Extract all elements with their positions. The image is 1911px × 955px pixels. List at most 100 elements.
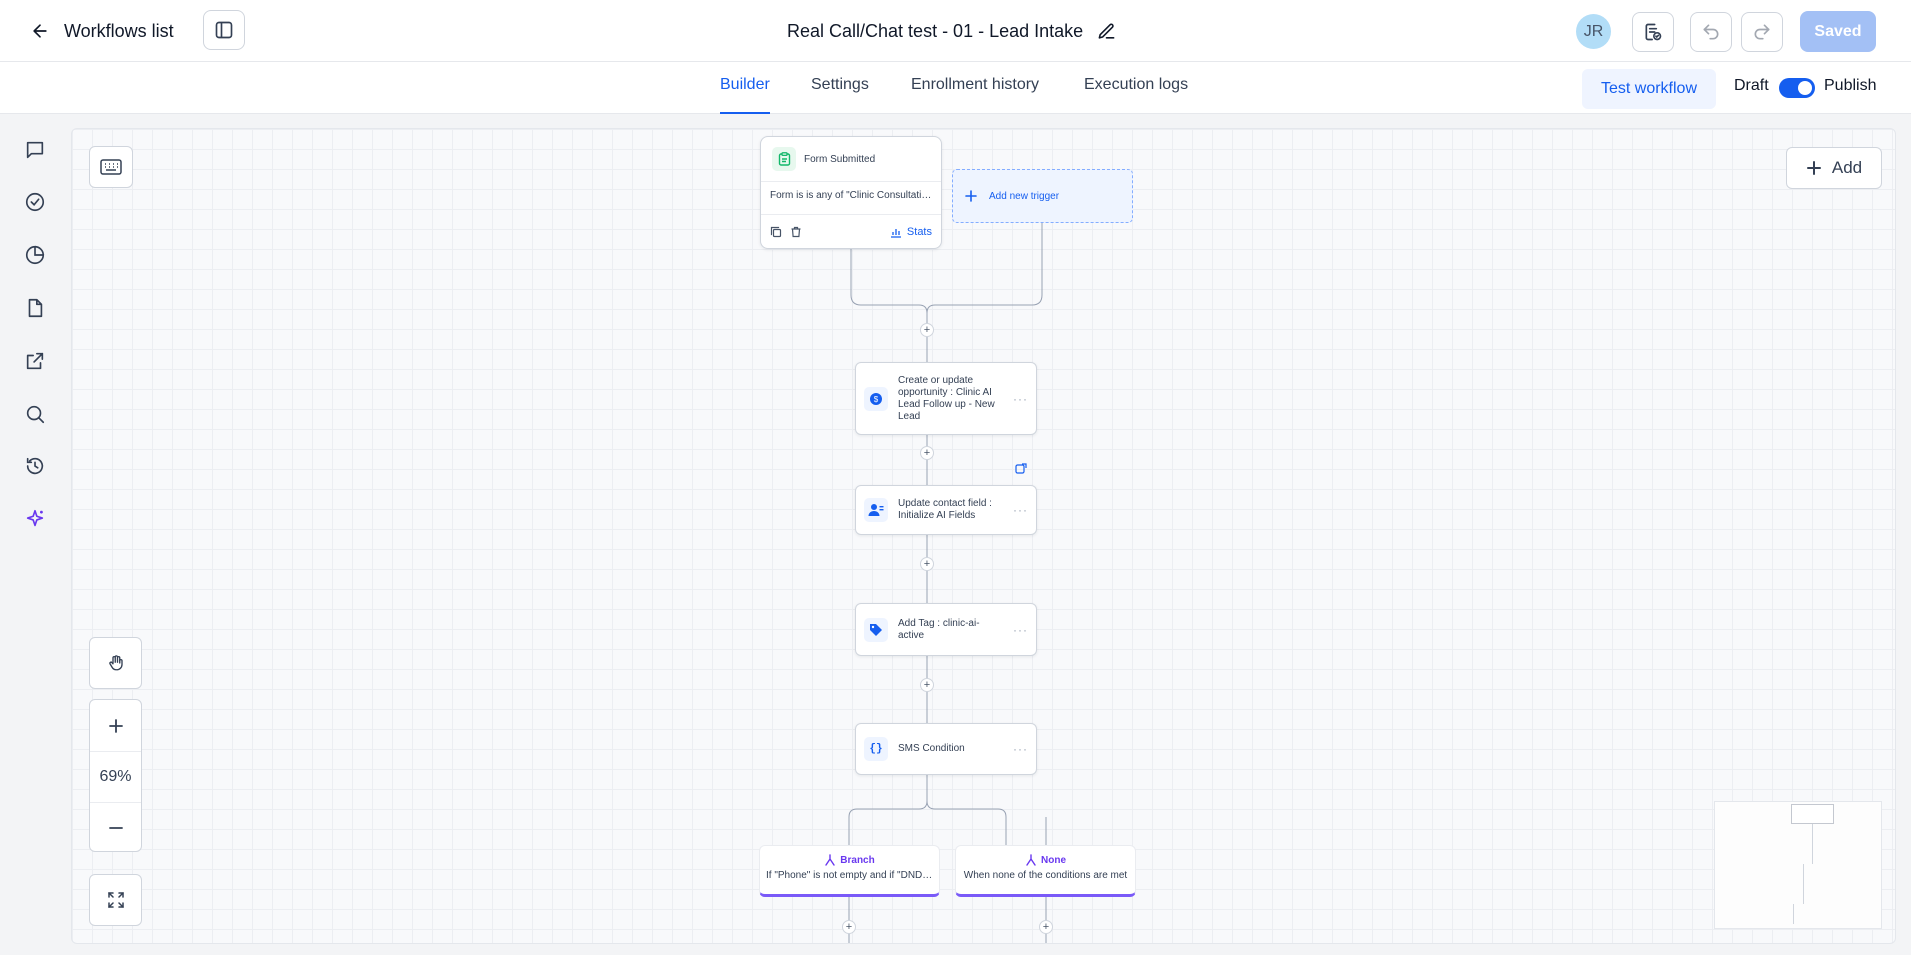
minimap[interactable] — [1714, 801, 1882, 929]
share-icon[interactable] — [22, 348, 48, 374]
branch-icon — [1026, 854, 1036, 866]
workflow-title-text: Real Call/Chat test - 01 - Lead Intake — [787, 20, 1084, 41]
action-label: Update contact field : Initialize AI Fie… — [898, 498, 992, 521]
tab-execution-logs[interactable]: Execution logs — [1084, 76, 1188, 114]
zoom-controls: 69% — [89, 699, 142, 852]
action-card-add-tag[interactable]: Add Tag : clinic-ai-active ··· — [855, 603, 1037, 656]
branch-description: When none of the conditions are met — [963, 870, 1128, 881]
trigger-title: Form Submitted — [804, 153, 876, 165]
sync-icon[interactable] — [1015, 463, 1027, 475]
redo-button[interactable] — [1741, 12, 1783, 52]
expand-icon — [107, 892, 124, 908]
action-card-update-contact[interactable]: Update contact field : Initialize AI Fie… — [855, 485, 1037, 535]
more-options-icon[interactable]: ··· — [1013, 503, 1028, 517]
left-rail — [0, 114, 70, 955]
minus-icon — [108, 827, 123, 829]
add-new-trigger-button[interactable]: Add new trigger — [952, 169, 1133, 223]
version-history-button[interactable] — [1632, 12, 1674, 52]
sidebar-panel-icon — [215, 21, 233, 39]
action-label: Create or update opportunity : Clinic AI… — [898, 374, 995, 422]
add-step-plus[interactable]: + — [842, 920, 856, 934]
pie-chart-icon[interactable] — [22, 242, 48, 268]
action-label: SMS Condition — [898, 743, 965, 754]
bar-chart-icon — [890, 228, 901, 238]
copy-icon[interactable] — [770, 226, 782, 238]
action-card-opportunity[interactable]: $ Create or update opportunity : Clinic … — [855, 362, 1037, 435]
contact-icon — [864, 498, 888, 522]
undo-button[interactable] — [1690, 12, 1732, 52]
tab-enrollment-history[interactable]: Enrollment history — [911, 76, 1039, 114]
chat-icon[interactable] — [22, 137, 48, 163]
stats-link[interactable]: Stats — [890, 226, 932, 238]
trigger-condition: Form is is any of "Clinic Consultation F… — [761, 182, 941, 215]
test-workflow-button[interactable]: Test workflow — [1582, 69, 1716, 109]
svg-text:$: $ — [874, 395, 879, 404]
add-button[interactable]: Add — [1786, 147, 1882, 189]
tab-builder[interactable]: Builder — [720, 76, 770, 114]
toggle-knob — [1798, 81, 1812, 95]
hand-icon — [108, 655, 123, 671]
publish-toggle[interactable] — [1779, 78, 1815, 98]
add-step-plus[interactable]: + — [920, 446, 934, 460]
back-to-workflows-link[interactable]: Workflows list — [30, 16, 174, 46]
branch-card-none[interactable]: None When none of the conditions are met — [955, 845, 1136, 897]
more-options-icon[interactable]: ··· — [1013, 623, 1028, 637]
add-new-trigger-label: Add new trigger — [989, 190, 1060, 202]
redo-icon — [1754, 24, 1770, 40]
minimap-viewport[interactable] — [1791, 804, 1834, 824]
document-check-icon — [1645, 23, 1662, 41]
workflow-canvas[interactable]: Add Form Submitted Form is is any of "Cl… — [71, 128, 1896, 944]
sparkle-icon[interactable] — [22, 506, 48, 532]
minimap-path — [1793, 904, 1794, 924]
add-step-plus[interactable]: + — [1039, 920, 1053, 934]
tag-icon — [864, 617, 888, 642]
action-card-sms-condition[interactable]: {} SMS Condition ··· — [855, 723, 1037, 775]
branch-title: Branch — [760, 854, 939, 866]
arrow-left-icon — [33, 24, 47, 38]
branch-title: None — [956, 854, 1135, 866]
zoom-in-button[interactable] — [90, 700, 141, 751]
plus-icon — [965, 190, 977, 202]
toggle-sidebar-button[interactable] — [203, 10, 245, 50]
add-step-plus[interactable]: + — [920, 557, 934, 571]
file-icon[interactable] — [22, 295, 48, 321]
zoom-out-button[interactable] — [90, 802, 141, 853]
keyboard-icon — [100, 159, 122, 175]
pencil-icon[interactable] — [1097, 22, 1116, 41]
trigger-header: Form Submitted — [761, 137, 941, 182]
branch-card-branch[interactable]: Branch If "Phone" is not empty and if "D… — [759, 845, 940, 897]
trigger-footer: Stats — [761, 215, 941, 248]
draft-label: Draft — [1734, 77, 1769, 94]
branch-description: If "Phone" is not empty and if "DND enab… — [766, 870, 939, 881]
trash-icon[interactable] — [790, 226, 802, 238]
saved-button[interactable]: Saved — [1800, 11, 1876, 52]
add-label: Add — [1831, 158, 1863, 177]
top-header: Workflows list Real Call/Chat test - 01 … — [0, 0, 1911, 62]
action-label: Add Tag : clinic-ai-active — [898, 617, 980, 641]
minimap-path — [1803, 864, 1804, 904]
publish-label: Publish — [1824, 77, 1877, 94]
zoom-level: 69% — [90, 751, 141, 802]
plus-icon — [1806, 161, 1821, 175]
keyboard-shortcuts-button[interactable] — [89, 146, 133, 188]
pan-tool-button[interactable] — [89, 637, 142, 689]
add-step-plus[interactable]: + — [920, 678, 934, 692]
user-avatar[interactable]: JR — [1576, 14, 1611, 49]
history-icon[interactable] — [22, 453, 48, 479]
minimap-path — [1812, 824, 1813, 864]
add-step-plus[interactable]: + — [920, 323, 934, 337]
plus-icon — [108, 718, 123, 733]
more-options-icon[interactable]: ··· — [1013, 392, 1028, 406]
check-circle-icon[interactable] — [22, 189, 48, 215]
search-icon[interactable] — [22, 401, 48, 427]
branch-icon — [825, 854, 835, 866]
fit-view-button[interactable] — [89, 874, 142, 926]
workflow-title: Real Call/Chat test - 01 - Lead Intake — [787, 16, 1116, 46]
tab-bar: Builder Settings Enrollment history Exec… — [0, 62, 1911, 114]
dollar-icon: $ — [864, 386, 888, 411]
tab-settings[interactable]: Settings — [811, 76, 869, 114]
braces-icon: {} — [864, 737, 888, 761]
clipboard-icon — [772, 147, 796, 171]
trigger-card[interactable]: Form Submitted Form is is any of "Clinic… — [760, 136, 942, 249]
more-options-icon[interactable]: ··· — [1013, 742, 1028, 756]
